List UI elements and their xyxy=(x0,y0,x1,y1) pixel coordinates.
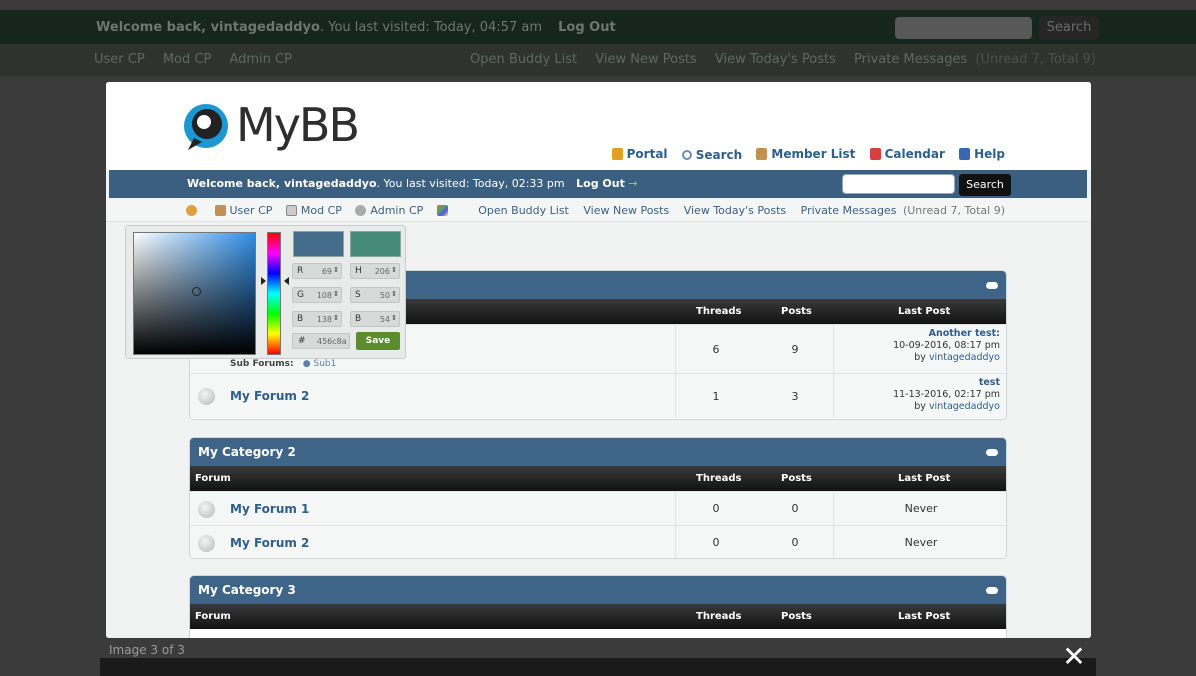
header: MyBB Portal Search Member List Calendar … xyxy=(106,82,1091,170)
bg-search-input[interactable] xyxy=(895,17,1032,39)
welcome-bar: Welcome back, vintagedaddyo. You last vi… xyxy=(109,170,1087,198)
green-field[interactable]: G 108 ⇕ xyxy=(292,287,342,303)
blue-field[interactable]: B 138 ⇕ xyxy=(292,311,342,327)
search-button[interactable]: Search xyxy=(959,174,1011,196)
bg-nav-user-cp[interactable]: User CP xyxy=(94,52,145,67)
category-3: My Category 3 Forum Threads Posts Last P… xyxy=(189,575,1007,638)
category-2-columns: Forum Threads Posts Last Post xyxy=(190,466,1006,491)
toplink-help[interactable]: Help xyxy=(959,147,1005,161)
nav-mod-cp[interactable]: Mod CP xyxy=(285,204,342,217)
new-color-swatch[interactable] xyxy=(350,231,401,257)
lightbox-image: MyBB Portal Search Member List Calendar … xyxy=(106,82,1091,638)
brightness-field[interactable]: B 54 ⇕ xyxy=(350,311,400,327)
bg-top-bar: Welcome back, vintagedaddyo. You last vi… xyxy=(0,10,1196,44)
category-2-title[interactable]: My Category 2 xyxy=(198,445,296,459)
bg-nav-mod-cp[interactable]: Mod CP xyxy=(163,52,211,67)
screenshot-page: MyBB Portal Search Member List Calendar … xyxy=(106,82,1091,638)
bg-welcome-text: Welcome back, vintagedaddyo. You last vi… xyxy=(96,20,616,35)
gear-icon xyxy=(355,205,367,216)
toplink-portal[interactable]: Portal xyxy=(611,147,668,161)
help-icon xyxy=(959,148,971,160)
collapse-toggle-icon[interactable] xyxy=(986,282,998,289)
save-button[interactable]: Save xyxy=(356,332,400,350)
bg-pm-counts: (Unread 7, Total 9) xyxy=(975,52,1096,67)
last-post-link[interactable]: Another test: xyxy=(893,328,1000,340)
hue-slider[interactable] xyxy=(267,232,281,355)
red-field[interactable]: R 69 ⇕ xyxy=(292,263,342,279)
forum-link[interactable]: My Forum 2 xyxy=(230,389,309,403)
bg-logout-link[interactable]: Log Out xyxy=(558,20,616,35)
members-icon xyxy=(756,148,768,160)
collapse-toggle-icon[interactable] xyxy=(986,587,998,594)
category-2-header: My Category 2 xyxy=(190,438,1006,466)
table-row: My Forum 2 1 3 test 11-13-2016, 02:17 pm… xyxy=(190,373,1006,418)
nav-new-posts[interactable]: View New Posts xyxy=(583,204,669,217)
nav-private-messages[interactable]: Private Messages xyxy=(801,204,897,217)
search-input[interactable] xyxy=(842,174,955,194)
collapse-toggle-icon[interactable] xyxy=(986,449,998,456)
category-3-header: My Category 3 xyxy=(190,576,1006,604)
saturation-field[interactable]: S 50 ⇕ xyxy=(350,287,400,303)
top-links: Portal Search Member List Calendar Help xyxy=(602,147,1005,163)
table-row: My Forum 2 0 0 Never xyxy=(190,525,1006,558)
sub-forums: Sub Forums: ● Sub1 xyxy=(230,359,337,369)
toplink-search[interactable]: Search xyxy=(681,148,742,162)
welcome-text: Welcome back, vintagedaddyo. You last vi… xyxy=(187,177,638,190)
nav-buddy-list[interactable]: Open Buddy List xyxy=(478,204,569,217)
hue-arrow-left-icon xyxy=(261,277,266,285)
logout-link[interactable]: Log Out xyxy=(576,177,625,190)
author-link[interactable]: vintagedaddyo xyxy=(929,401,1000,412)
image-counter: Image 3 of 3 xyxy=(109,643,185,657)
mod-icon xyxy=(285,205,297,216)
logo-bubble-icon xyxy=(184,104,228,150)
author-link[interactable]: vintagedaddyo xyxy=(929,352,1000,363)
user-nav: User CP Mod CP Admin CP Open Buddy List … xyxy=(106,198,1091,222)
color-picker: R 69 ⇕ H 206 ⇕ G 108 ⇕ S 50 ⇕ B 138 ⇕ B 54 ⇕ #456c8a… xyxy=(125,225,406,359)
bg-bottom-bar xyxy=(100,658,1096,676)
nav-todays-posts[interactable]: View Today's Posts xyxy=(684,204,786,217)
forum-status-icon xyxy=(198,501,215,518)
last-post-link[interactable]: test xyxy=(893,377,1000,389)
category-3-title[interactable]: My Category 3 xyxy=(198,583,296,597)
last-post: Another test: 10-09-2016, 08:17 pm by vi… xyxy=(893,328,1000,363)
forum-link[interactable]: My Forum 1 xyxy=(230,502,309,516)
mybb-logo[interactable]: MyBB xyxy=(182,98,372,160)
bg-search-button[interactable]: Search xyxy=(1039,16,1099,40)
last-post: test 11-13-2016, 02:17 pm by vintagedadd… xyxy=(893,377,1000,412)
sub-forum-link[interactable]: ● Sub1 xyxy=(303,359,337,369)
forum-status-icon xyxy=(198,388,215,405)
palette-icon[interactable] xyxy=(186,205,201,216)
logo-text: MyBB xyxy=(236,98,360,152)
category-3-columns: Forum Threads Posts Last Post xyxy=(190,604,1006,629)
user-icon xyxy=(214,205,226,216)
logout-arrow-icon: → xyxy=(628,177,638,190)
toplink-member-list[interactable]: Member List xyxy=(756,147,855,161)
bg-nav-admin-cp[interactable]: Admin CP xyxy=(229,52,291,67)
search-icon xyxy=(681,150,692,160)
current-color-swatch xyxy=(293,231,344,257)
bell-icon xyxy=(611,148,623,160)
bg-user-nav: User CP Mod CP Admin CP Open Buddy List … xyxy=(0,44,1196,76)
nav-admin-cp[interactable]: Admin CP xyxy=(355,204,423,217)
toplink-calendar[interactable]: Calendar xyxy=(869,147,945,161)
forum-status-icon xyxy=(198,535,215,552)
nav-user-cp[interactable]: User CP xyxy=(214,204,272,217)
table-row: My Forum 1 0 0 Never xyxy=(190,491,1006,525)
bg-nav-new-posts[interactable]: View New Posts xyxy=(595,52,696,67)
hue-field[interactable]: H 206 ⇕ xyxy=(350,263,400,279)
hue-arrow-right-icon xyxy=(284,277,289,285)
saturation-value-area[interactable] xyxy=(133,232,256,355)
bg-nav-todays-posts[interactable]: View Today's Posts xyxy=(715,52,836,67)
pm-counts: (Unread 7, Total 9) xyxy=(902,204,1005,217)
bg-nav-buddy-list[interactable]: Open Buddy List xyxy=(470,52,577,67)
close-icon[interactable]: ✕ xyxy=(1060,643,1088,671)
category-2: My Category 2 Forum Threads Posts Last P… xyxy=(189,437,1007,559)
calendar-icon xyxy=(869,148,881,160)
forum-link[interactable]: My Forum 2 xyxy=(230,536,309,550)
hex-field[interactable]: #456c8a xyxy=(292,333,350,349)
bg-nav-private-messages[interactable]: Private Messages xyxy=(854,52,967,67)
picker-cursor[interactable] xyxy=(192,287,201,296)
theme-grid-icon[interactable] xyxy=(436,205,452,216)
